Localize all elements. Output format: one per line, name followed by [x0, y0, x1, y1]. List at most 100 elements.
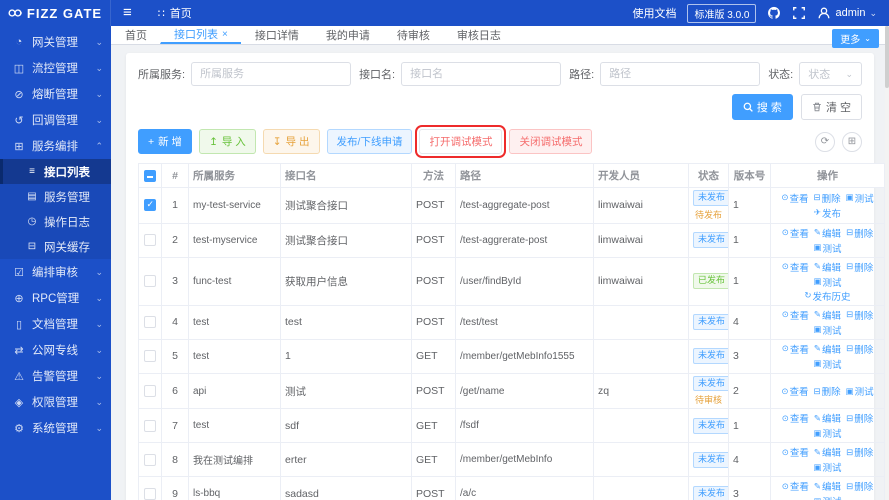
row-checkbox[interactable]: [144, 234, 156, 247]
sidebar-subitem-接口列表[interactable]: ≡ 接口列表: [0, 159, 111, 184]
cell-operations: ⊙查看 ✎编辑 ⊟删除 ▣测试: [770, 304, 885, 340]
op-delete-link[interactable]: ⊟ 删除: [846, 226, 873, 240]
op-delete-link[interactable]: ⊟ 删除: [813, 191, 840, 205]
op-test-link[interactable]: ▣测试: [813, 357, 841, 371]
user-menu[interactable]: admin ⌄: [817, 6, 877, 20]
docs-link[interactable]: 使用文档: [632, 5, 676, 21]
sidebar-item-公网专线[interactable]: ⇄ 公网专线 ⌄: [0, 337, 111, 363]
tab-我的申请[interactable]: 我的申请: [312, 26, 383, 44]
sidebar-item-回调管理[interactable]: ↺ 回调管理 ⌄: [0, 107, 111, 133]
sidebar-item-告警管理[interactable]: ⚠ 告警管理 ⌄: [0, 363, 111, 389]
cell-name: sadasd: [280, 476, 412, 500]
sidebar-subitem-操作日志[interactable]: ◷ 操作日志: [0, 209, 111, 234]
op-view-link[interactable]: ⊙ 查看: [782, 308, 809, 322]
op-edit-link[interactable]: ✎ 编辑: [814, 342, 841, 356]
clear-button[interactable]: 清 空: [800, 94, 862, 120]
op-delete-link[interactable]: ⊟ 删除: [846, 411, 873, 426]
sidebar-subitem-网关缓存[interactable]: ⊟ 网关缓存: [0, 234, 111, 259]
scrollbar-thumb[interactable]: [885, 26, 889, 88]
version-badge[interactable]: 标准版 3.0.0: [687, 3, 757, 23]
status-filter-select[interactable]: 状态 ⌄: [799, 62, 862, 86]
op-test-link[interactable]: ▣测试: [846, 191, 874, 205]
tab-接口详情[interactable]: 接口详情: [241, 26, 312, 44]
op-delete-link[interactable]: ⊟ 删除: [846, 308, 873, 322]
search-button[interactable]: 搜 索: [731, 94, 793, 120]
op-edit-link[interactable]: ✎ 编辑: [814, 411, 841, 426]
op-view-link[interactable]: ⊙ 查看: [782, 445, 809, 460]
hamburger-menu-icon[interactable]: ≡: [111, 0, 144, 26]
toolbar-button-导 出[interactable]: ↧ 导 出: [262, 129, 320, 154]
op-test-link[interactable]: ▣测试: [813, 494, 841, 500]
select-all-checkbox[interactable]: [144, 169, 156, 182]
op-test-link[interactable]: ▣测试: [846, 384, 874, 399]
sidebar-item-文档管理[interactable]: ▯ 文档管理 ⌄: [0, 311, 111, 337]
toolbar-button-新 增[interactable]: + 新 增: [138, 129, 193, 154]
column-settings-icon[interactable]: ⊞: [842, 131, 862, 152]
toolbar-button-发布/下线申请[interactable]: 发布/下线申请: [326, 129, 413, 154]
service-filter-input[interactable]: [191, 62, 352, 86]
op-view-link[interactable]: ⊙ 查看: [781, 384, 808, 399]
sidebar-item-熔断管理[interactable]: ⊘ 熔断管理 ⌄: [0, 81, 111, 107]
row-checkbox[interactable]: [144, 350, 156, 363]
op-edit-link[interactable]: ✎ 编辑: [814, 479, 841, 494]
more-button[interactable]: 更多 ⌄: [832, 29, 879, 48]
op-test-link[interactable]: ▣测试: [813, 323, 841, 337]
op-view-link[interactable]: ⊙ 查看: [782, 411, 809, 426]
op-delete-link[interactable]: ⊟ 删除: [846, 479, 873, 494]
github-icon[interactable]: [767, 6, 781, 20]
path-filter-input[interactable]: [600, 62, 761, 86]
tab-待审核[interactable]: 待审核: [383, 26, 443, 44]
sidebar-item-权限管理[interactable]: ◈ 权限管理 ⌄: [0, 389, 111, 415]
breadcrumb-home[interactable]: 首页: [170, 5, 192, 21]
op-edit-link[interactable]: ✎ 编辑: [814, 308, 841, 322]
row-checkbox[interactable]: [144, 199, 156, 212]
sidebar-item-label: 服务编排: [32, 141, 78, 153]
sidebar-item-RPC管理[interactable]: ⊕ RPC管理 ⌄: [0, 285, 111, 311]
row-checkbox[interactable]: [144, 316, 156, 329]
scrollbar[interactable]: [885, 26, 889, 500]
tab-close-icon[interactable]: ×: [222, 29, 228, 40]
op-delete-link[interactable]: ⊟ 删除: [846, 342, 873, 356]
op-test-link[interactable]: ▣测试: [813, 241, 841, 255]
toolbar-button-关闭调试模式[interactable]: 关闭调试模式: [509, 129, 593, 154]
row-checkbox[interactable]: [144, 453, 156, 466]
op-delete-link[interactable]: ⊟ 删除: [813, 384, 840, 399]
op-edit-link[interactable]: ✎ 编辑: [814, 260, 841, 274]
row-checkbox[interactable]: [144, 419, 156, 432]
breadcrumb[interactable]: ∷ 首页: [158, 5, 192, 21]
op-delete-link[interactable]: ⊟ 删除: [846, 445, 873, 460]
op-publish-link[interactable]: ✈ 发布: [814, 206, 841, 220]
op-view-link[interactable]: ⊙ 查看: [782, 226, 809, 240]
sidebar-item-系统管理[interactable]: ⚙ 系统管理 ⌄: [0, 415, 111, 441]
op-label: 测试: [854, 193, 874, 205]
op-test-link[interactable]: ▣测试: [813, 460, 841, 475]
sidebar-subitem-服务管理[interactable]: ▤ 服务管理: [0, 184, 111, 209]
row-checkbox[interactable]: [144, 385, 156, 398]
op-delete-link[interactable]: ⊟ 删除: [846, 260, 873, 274]
sidebar-item-服务编排[interactable]: ⊞ 服务编排 ⌃: [0, 133, 111, 159]
tab-首页[interactable]: 首页: [111, 26, 160, 44]
toolbar-button-导 入[interactable]: ↥ 导 入: [199, 129, 256, 154]
op-view-link[interactable]: ⊙ 查看: [781, 191, 808, 205]
refresh-icon[interactable]: ⟳: [815, 131, 835, 152]
op-history-link[interactable]: ↻ 发布历史: [804, 289, 850, 303]
op-view-link[interactable]: ⊙ 查看: [782, 342, 809, 356]
op-label: 编辑: [822, 344, 842, 356]
tab-审核日志[interactable]: 审核日志: [443, 26, 514, 44]
op-edit-link[interactable]: ✎ 编辑: [814, 226, 841, 240]
op-view-link[interactable]: ⊙ 查看: [782, 479, 809, 494]
sidebar-item-网关管理[interactable]: ◔ 网关管理 ⌄: [0, 29, 111, 55]
row-checkbox[interactable]: [144, 487, 156, 500]
op-test-link[interactable]: ▣测试: [813, 275, 841, 289]
op-test-link[interactable]: ▣测试: [813, 426, 841, 441]
sidebar-item-流控管理[interactable]: ◫ 流控管理 ⌄: [0, 55, 111, 81]
tab-接口列表[interactable]: 接口列表 ×: [160, 26, 241, 44]
fullscreen-icon[interactable]: [792, 6, 806, 20]
op-edit-link[interactable]: ✎ 编辑: [814, 445, 841, 460]
toolbar-button-打开调试模式[interactable]: 打开调试模式: [415, 125, 507, 158]
name-filter-input[interactable]: [401, 62, 562, 86]
row-checkbox[interactable]: [144, 275, 156, 288]
sidebar-item-编排审核[interactable]: ☑ 编排审核 ⌄: [0, 259, 111, 285]
tab-label: 审核日志: [456, 30, 501, 42]
op-view-link[interactable]: ⊙ 查看: [782, 260, 809, 274]
